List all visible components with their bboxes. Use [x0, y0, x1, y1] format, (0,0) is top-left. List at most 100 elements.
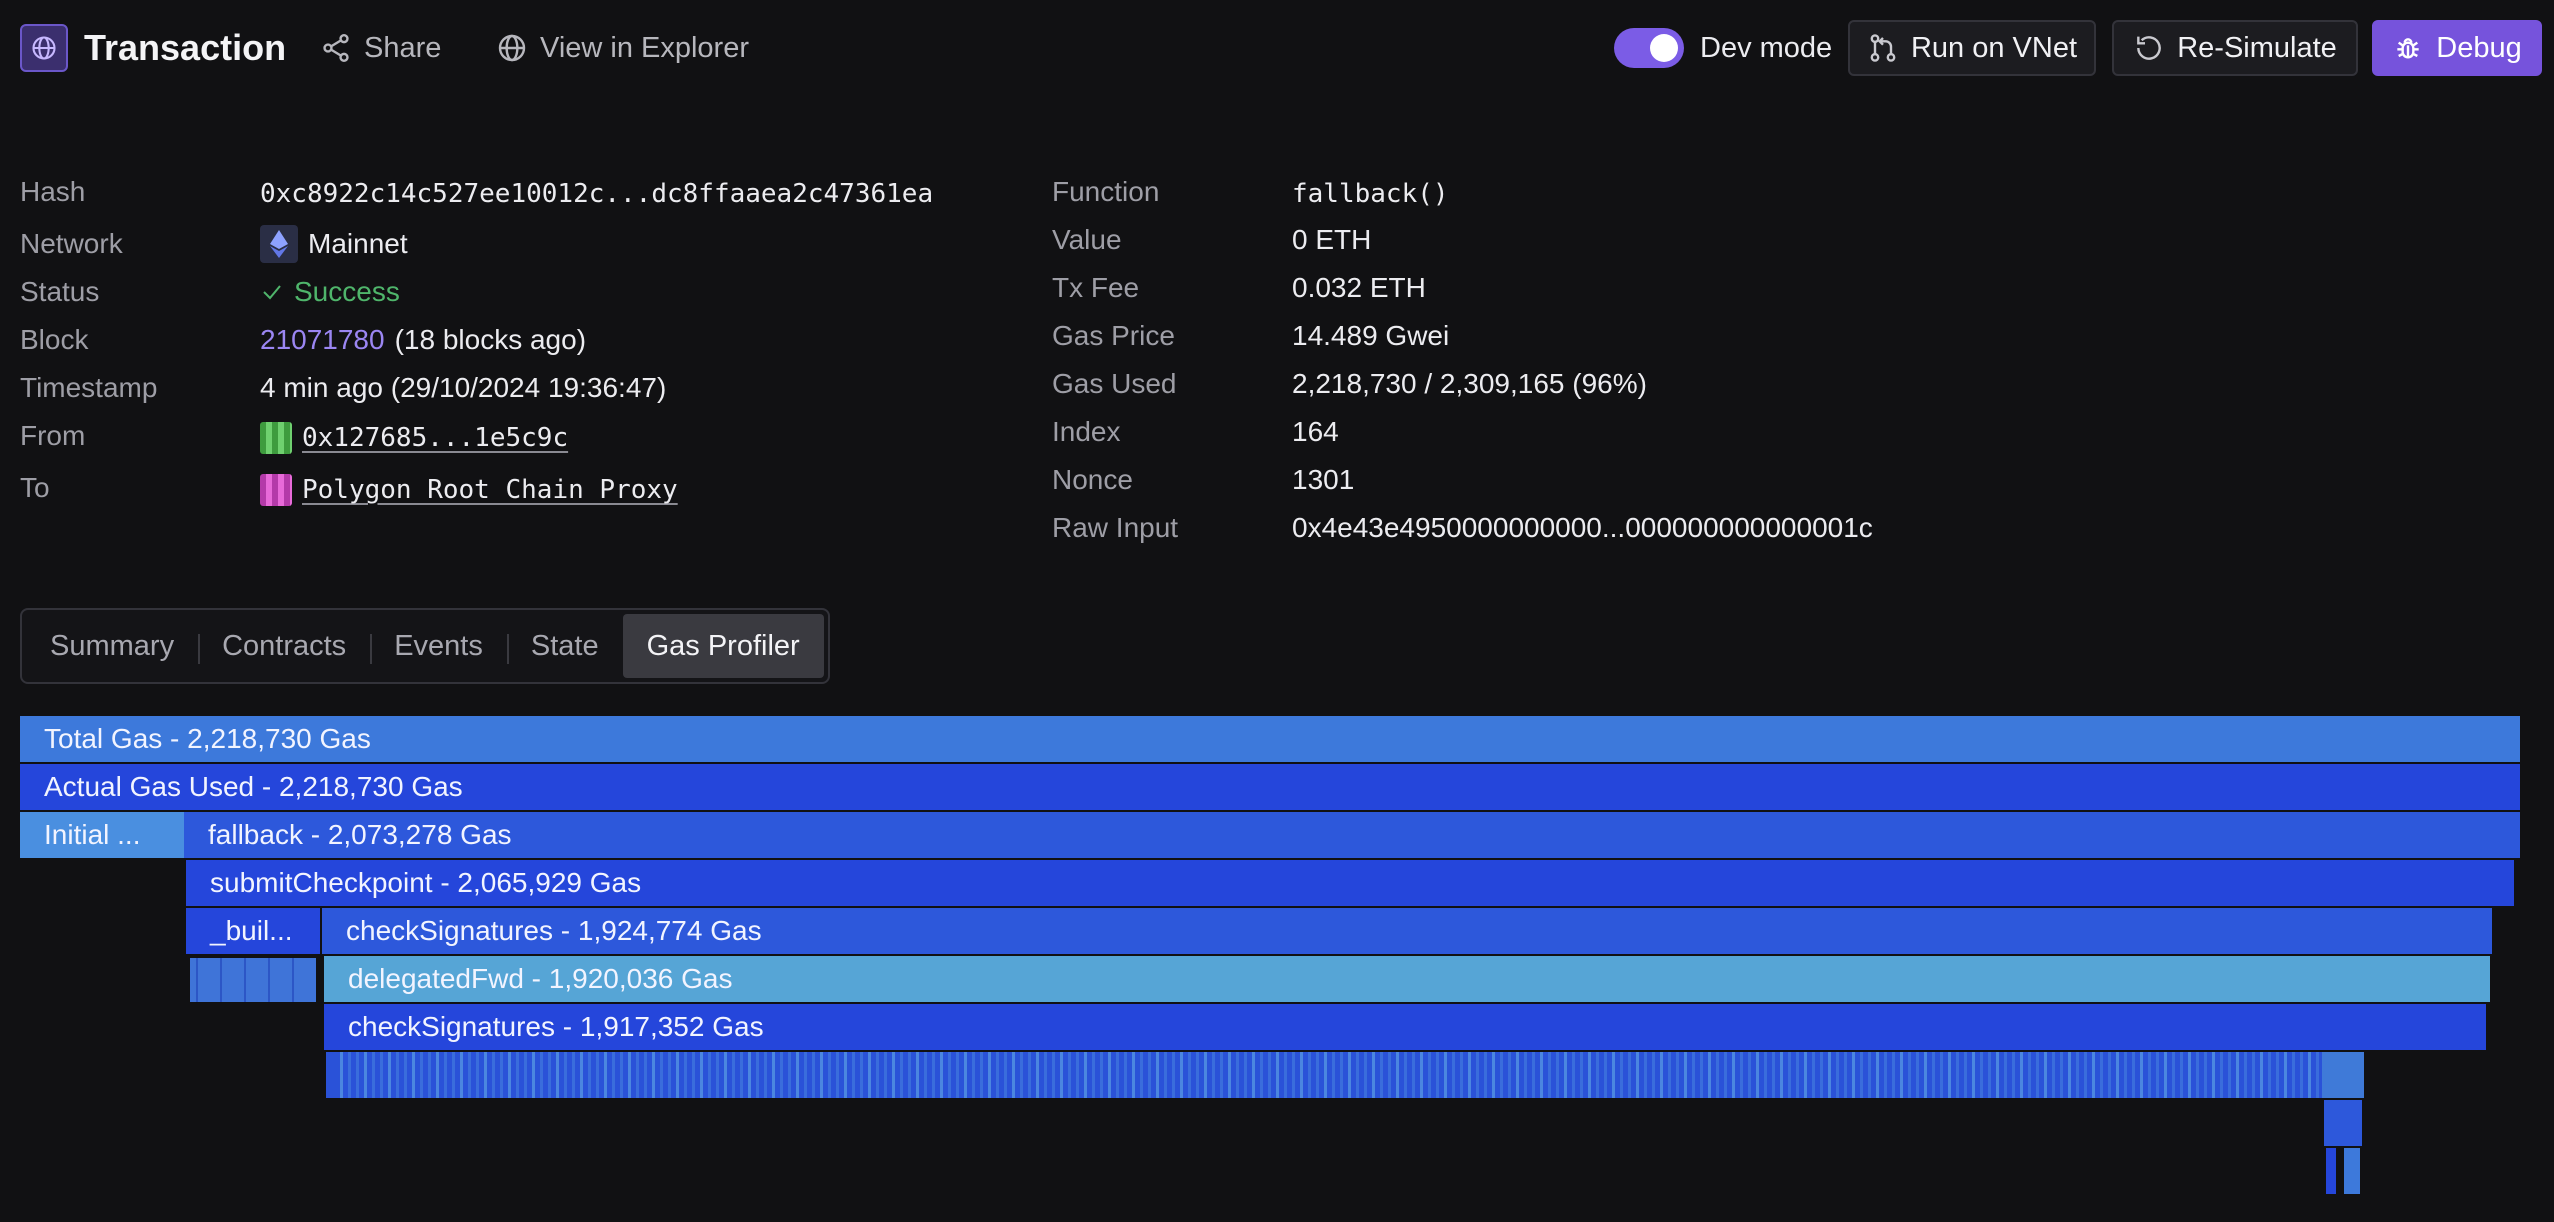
flame-frame-stripe[interactable] — [2100, 1052, 2103, 1098]
flame-frame-stripe[interactable] — [2108, 1052, 2111, 1098]
flame-frame-stripe[interactable] — [988, 1052, 991, 1098]
flame-frame-stripe[interactable] — [1476, 1052, 1479, 1098]
flame-frame-stripe[interactable] — [1732, 1052, 1735, 1098]
flame-frame-stripe[interactable] — [1676, 1052, 1679, 1098]
flame-frame-stripe[interactable] — [1284, 1052, 1287, 1098]
run-on-vnet-button[interactable]: Run on VNet — [1848, 20, 2096, 76]
flame-frame-stripe[interactable] — [2244, 1052, 2247, 1098]
flame-frame-stripe[interactable] — [1780, 1052, 1783, 1098]
flame-frame-stripe[interactable] — [580, 1052, 583, 1098]
flame-frame-stripe[interactable] — [1996, 1052, 1999, 1098]
flame-frame-stripe[interactable] — [1980, 1052, 1983, 1098]
flame-frame-stripe[interactable] — [1300, 1052, 1303, 1098]
flame-frame-stripe[interactable] — [1716, 1052, 1719, 1098]
flame-frame-stripe[interactable] — [956, 1052, 959, 1098]
flame-frame-stripe[interactable] — [1180, 1052, 1183, 1098]
flame-frame-stripe[interactable] — [1924, 1052, 1927, 1098]
flame-frame-stripe[interactable] — [2020, 1052, 2023, 1098]
flame-frame-stripe[interactable] — [1620, 1052, 1623, 1098]
flame-frame-stripe[interactable] — [2196, 1052, 2199, 1098]
flame-bar-check-signatures-inner[interactable]: checkSignatures - 1,917,352 Gas — [324, 1004, 2486, 1050]
flame-frame-stripe[interactable] — [2092, 1052, 2095, 1098]
flame-frame-stripe[interactable] — [948, 1052, 951, 1098]
flame-frame-stripe[interactable] — [1820, 1052, 1823, 1098]
flame-frame-stripe[interactable] — [1604, 1052, 1607, 1098]
flame-frame-stripe[interactable] — [1556, 1052, 1559, 1098]
dev-mode-toggle[interactable] — [1614, 28, 1684, 68]
flame-frame-stripe[interactable] — [1468, 1052, 1471, 1098]
flame-frame-stripe[interactable] — [1756, 1052, 1759, 1098]
re-simulate-button[interactable]: Re-Simulate — [2112, 20, 2358, 76]
flame-frame-stripe[interactable] — [780, 1052, 783, 1098]
flame-frame-stripe[interactable] — [1444, 1052, 1447, 1098]
flame-frame-stripe[interactable] — [996, 1052, 999, 1098]
flame-frame-stripe[interactable] — [796, 1052, 799, 1098]
flame-frame-stripe[interactable] — [1492, 1052, 1495, 1098]
flame-frame-stripe[interactable] — [436, 1052, 439, 1098]
flame-bar-check-signatures-outer[interactable]: checkSignatures - 1,924,774 Gas — [322, 908, 2492, 954]
flame-frame-stripe[interactable] — [844, 1052, 847, 1098]
flame-frame-stripe[interactable] — [1484, 1052, 1487, 1098]
flame-frame-stripe[interactable] — [364, 1052, 367, 1098]
flame-frame-stripe[interactable] — [2084, 1052, 2087, 1098]
flame-frame-stripe[interactable] — [2036, 1052, 2039, 1098]
flame-frame-stripe[interactable] — [1084, 1052, 1087, 1098]
flame-frame-stripe[interactable] — [572, 1052, 575, 1098]
flame-frame-stripe[interactable] — [1364, 1052, 1367, 1098]
flame-frame-stripe[interactable] — [1524, 1052, 1527, 1098]
flame-frame-stripe[interactable] — [420, 1052, 423, 1098]
flame-frame-stripe[interactable] — [932, 1052, 935, 1098]
flame-frame-stripe[interactable] — [516, 1052, 519, 1098]
flame-frame-stripe[interactable] — [1988, 1052, 1991, 1098]
flame-frame-stripe[interactable] — [340, 1052, 343, 1098]
flame-frame-stripe[interactable] — [940, 1052, 943, 1098]
flame-frame-stripe[interactable] — [1548, 1052, 1551, 1098]
flame-frame-stripe[interactable] — [1420, 1052, 1423, 1098]
flame-bar-delegated-fwd[interactable]: delegatedFwd - 1,920,036 Gas — [324, 956, 2490, 1002]
flame-frame-stripe[interactable] — [1316, 1052, 1319, 1098]
flame-frame-stripe[interactable] — [372, 1052, 375, 1098]
flame-frame-stripe[interactable] — [708, 1052, 711, 1098]
flame-frame-stripe[interactable] — [2116, 1052, 2119, 1098]
flame-frame-stripe[interactable] — [764, 1052, 767, 1098]
flame-frame-stripe[interactable] — [652, 1052, 655, 1098]
flame-frame-stripe[interactable] — [2148, 1052, 2151, 1098]
flame-frame-stripe[interactable] — [908, 1052, 911, 1098]
flame-frame-stripe[interactable] — [1652, 1052, 1655, 1098]
flame-frame-stripe[interactable] — [1932, 1052, 1935, 1098]
flame-frame-stripe[interactable] — [1116, 1052, 1119, 1098]
flame-frame-divider[interactable] — [244, 958, 246, 1002]
flame-frame-stripe[interactable] — [1268, 1052, 1271, 1098]
flame-frame-stripe[interactable] — [924, 1052, 927, 1098]
tab-contracts[interactable]: Contracts — [198, 614, 370, 678]
flame-frame-stripe[interactable] — [1252, 1052, 1255, 1098]
flame-frame-stripe[interactable] — [860, 1052, 863, 1098]
flame-frame-stripe[interactable] — [1244, 1052, 1247, 1098]
flame-frame-stripe[interactable] — [1228, 1052, 1231, 1098]
flame-frame-stripe[interactable] — [1020, 1052, 1023, 1098]
flame-frame-stripe[interactable] — [1852, 1052, 1855, 1098]
flame-frame-stripe[interactable] — [484, 1052, 487, 1098]
flame-frame-stripe[interactable] — [1156, 1052, 1159, 1098]
flame-frame-stripe[interactable] — [1012, 1052, 1015, 1098]
flame-frame-stripe[interactable] — [2068, 1052, 2071, 1098]
share-button[interactable]: Share — [320, 26, 441, 70]
flame-frame-stripe[interactable] — [828, 1052, 831, 1098]
flame-frame-stripe[interactable] — [476, 1052, 479, 1098]
flame-frame-stripe[interactable] — [1788, 1052, 1791, 1098]
flame-frame-stripe[interactable] — [868, 1052, 871, 1098]
flame-frame-stripe[interactable] — [1796, 1052, 1799, 1098]
flame-frame-stripe[interactable] — [1828, 1052, 1831, 1098]
flame-frame-stripe[interactable] — [1276, 1052, 1279, 1098]
flame-frame-stripe[interactable] — [1172, 1052, 1175, 1098]
flame-frame-stripe[interactable] — [2044, 1052, 2047, 1098]
flame-frame-stripe[interactable] — [1956, 1052, 1959, 1098]
flame-frame-stripe[interactable] — [564, 1052, 567, 1098]
flame-frame-stripe[interactable] — [2076, 1052, 2079, 1098]
flame-frame-stripe[interactable] — [980, 1052, 983, 1098]
flame-frame-stripe[interactable] — [900, 1052, 903, 1098]
flame-frame-deep[interactable] — [2344, 1148, 2360, 1194]
flame-frame-stripe[interactable] — [444, 1052, 447, 1098]
flame-bar-build[interactable]: _buil... — [186, 908, 320, 954]
flame-frame-stripe[interactable] — [1324, 1052, 1327, 1098]
